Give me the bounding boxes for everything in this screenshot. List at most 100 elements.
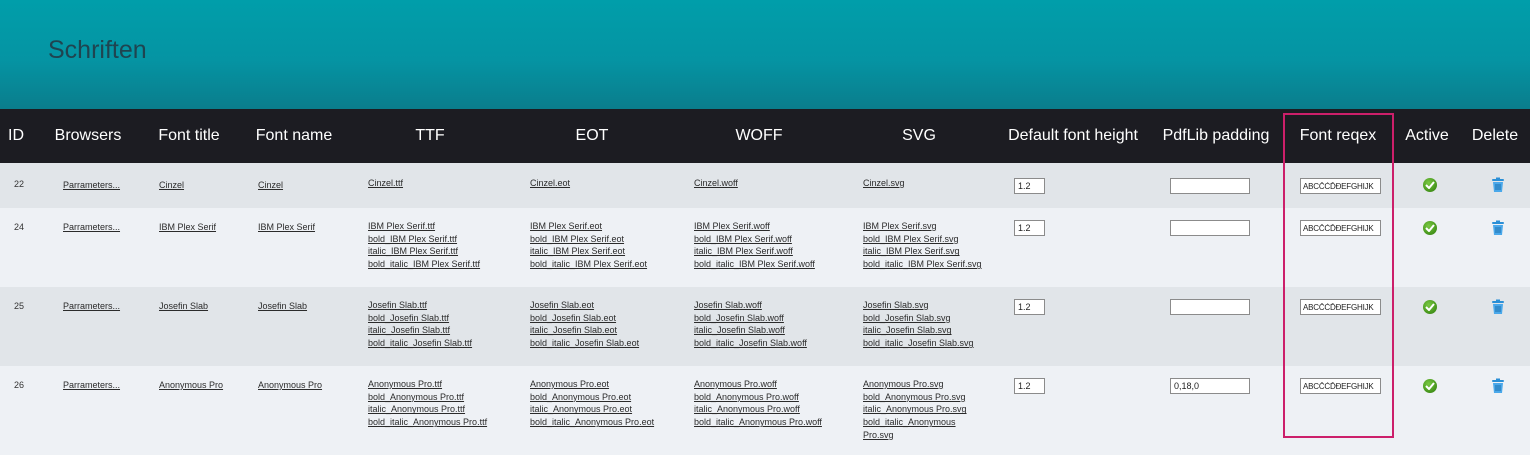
browsers-parameters-link[interactable]: Parrameters... [63, 300, 120, 313]
woff-file-link[interactable]: bold_Anonymous Pro.woff [694, 391, 822, 404]
font-title-link[interactable]: Josefin Slab [159, 300, 208, 313]
eot-file-link[interactable]: bold_Josefin Slab.eot [530, 312, 639, 325]
svg-file-link[interactable]: Josefin Slab.svg [863, 299, 988, 312]
svg-file-link[interactable]: bold_Josefin Slab.svg [863, 312, 988, 325]
font-title-link[interactable]: Anonymous Pro [159, 379, 223, 392]
font-title-link[interactable]: IBM Plex Serif [159, 221, 216, 234]
ttf-file-link[interactable]: Josefin Slab.ttf [368, 299, 472, 312]
row-id: 26 [13, 380, 24, 390]
font-regex-input[interactable] [1300, 220, 1381, 236]
default-font-height-input[interactable] [1014, 178, 1045, 194]
svg-file-link[interactable]: Cinzel.svg [863, 177, 988, 190]
eot-file-link[interactable]: bold_italic_IBM Plex Serif.eot [530, 258, 647, 271]
browsers-parameters-link[interactable]: Parrameters... [63, 379, 120, 392]
ttf-file-link[interactable]: bold_Josefin Slab.ttf [368, 312, 472, 325]
browsers-parameters-link[interactable]: Parrameters... [63, 221, 120, 234]
ttf-file-link[interactable]: Cinzel.ttf [368, 177, 403, 190]
woff-files-list: Cinzel.woff [694, 177, 738, 190]
svg-file-link[interactable]: bold_IBM Plex Serif.svg [863, 233, 988, 246]
check-circle-icon[interactable] [1423, 221, 1437, 235]
pdflib-padding-input[interactable] [1170, 220, 1250, 236]
svg-file-link[interactable]: italic_IBM Plex Serif.svg [863, 245, 988, 258]
ttf-file-link[interactable]: bold_italic_Anonymous Pro.ttf [368, 416, 487, 429]
column-header-pdflib-padding[interactable]: PdfLib padding [1156, 109, 1276, 163]
column-header-delete[interactable]: Delete [1466, 109, 1524, 163]
check-circle-icon[interactable] [1423, 300, 1437, 314]
column-header-font-name[interactable]: Font name [250, 109, 338, 163]
table-header: ID Browsers Font title Font name TTF EOT… [0, 109, 1530, 163]
woff-file-link[interactable]: bold_italic_Anonymous Pro.woff [694, 416, 822, 429]
svg-file-link[interactable]: Anonymous Pro.svg [863, 378, 988, 391]
font-regex-input[interactable] [1300, 178, 1381, 194]
column-header-svg[interactable]: SVG [888, 109, 950, 163]
woff-file-link[interactable]: Anonymous Pro.woff [694, 378, 822, 391]
woff-file-link[interactable]: italic_Anonymous Pro.woff [694, 403, 822, 416]
ttf-file-link[interactable]: italic_IBM Plex Serif.ttf [368, 245, 480, 258]
ttf-file-link[interactable]: Anonymous Pro.ttf [368, 378, 487, 391]
font-name-link[interactable]: Anonymous Pro [258, 379, 322, 392]
trash-icon[interactable] [1491, 299, 1505, 315]
svg-file-link[interactable]: italic_Anonymous Pro.svg [863, 403, 988, 416]
svg-file-link[interactable]: bold_italic_Josefin Slab.svg [863, 337, 988, 350]
trash-icon[interactable] [1491, 177, 1505, 193]
font-name-link[interactable]: Josefin Slab [258, 300, 307, 313]
column-header-default-font-height[interactable]: Default font height [1000, 109, 1146, 163]
column-header-id[interactable]: ID [0, 109, 32, 163]
woff-file-link[interactable]: IBM Plex Serif.woff [694, 220, 815, 233]
woff-file-link[interactable]: bold_IBM Plex Serif.woff [694, 233, 815, 246]
trash-icon[interactable] [1491, 220, 1505, 236]
ttf-file-link[interactable]: bold_Anonymous Pro.ttf [368, 391, 487, 404]
eot-file-link[interactable]: bold_italic_Josefin Slab.eot [530, 337, 639, 350]
trash-icon[interactable] [1491, 378, 1505, 394]
column-header-font-title[interactable]: Font title [152, 109, 226, 163]
svg-file-link[interactable]: bold_italic_Anonymous Pro.svg [863, 416, 988, 441]
eot-file-link[interactable]: Cinzel.eot [530, 177, 570, 190]
woff-file-link[interactable]: Josefin Slab.woff [694, 299, 807, 312]
svg-file-link[interactable]: italic_Josefin Slab.svg [863, 324, 988, 337]
ttf-file-link[interactable]: bold_italic_Josefin Slab.ttf [368, 337, 472, 350]
svg-file-link[interactable]: IBM Plex Serif.svg [863, 220, 988, 233]
eot-file-link[interactable]: italic_IBM Plex Serif.eot [530, 245, 647, 258]
eot-file-link[interactable]: Anonymous Pro.eot [530, 378, 654, 391]
eot-file-link[interactable]: italic_Josefin Slab.eot [530, 324, 639, 337]
check-circle-icon[interactable] [1423, 178, 1437, 192]
woff-file-link[interactable]: italic_IBM Plex Serif.woff [694, 245, 815, 258]
eot-file-link[interactable]: bold_Anonymous Pro.eot [530, 391, 654, 404]
pdflib-padding-input[interactable] [1170, 299, 1250, 315]
font-name-link[interactable]: IBM Plex Serif [258, 221, 315, 234]
font-regex-input[interactable] [1300, 299, 1381, 315]
woff-file-link[interactable]: bold_Josefin Slab.woff [694, 312, 807, 325]
ttf-file-link[interactable]: italic_Josefin Slab.ttf [368, 324, 472, 337]
eot-file-link[interactable]: italic_Anonymous Pro.eot [530, 403, 654, 416]
ttf-file-link[interactable]: IBM Plex Serif.ttf [368, 220, 480, 233]
column-header-ttf[interactable]: TTF [400, 109, 460, 163]
eot-file-link[interactable]: bold_italic_Anonymous Pro.eot [530, 416, 654, 429]
check-circle-icon[interactable] [1423, 379, 1437, 393]
column-header-browsers[interactable]: Browsers [50, 109, 126, 163]
font-regex-input[interactable] [1300, 378, 1381, 394]
column-header-font-regex[interactable]: Font reqex [1290, 109, 1386, 163]
svg-file-link[interactable]: bold_italic_IBM Plex Serif.svg [863, 258, 988, 271]
column-header-eot[interactable]: EOT [562, 109, 622, 163]
column-header-active[interactable]: Active [1400, 109, 1454, 163]
pdflib-padding-input[interactable] [1170, 178, 1250, 194]
default-font-height-input[interactable] [1014, 299, 1045, 315]
woff-file-link[interactable]: bold_italic_Josefin Slab.woff [694, 337, 807, 350]
browsers-parameters-link[interactable]: Parrameters... [63, 179, 120, 192]
pdflib-padding-input[interactable] [1170, 378, 1250, 394]
woff-file-link[interactable]: bold_italic_IBM Plex Serif.woff [694, 258, 815, 271]
font-title-link[interactable]: Cinzel [159, 179, 184, 192]
woff-file-link[interactable]: italic_Josefin Slab.woff [694, 324, 807, 337]
ttf-file-link[interactable]: italic_Anonymous Pro.ttf [368, 403, 487, 416]
ttf-file-link[interactable]: bold_italic_IBM Plex Serif.ttf [368, 258, 480, 271]
eot-file-link[interactable]: IBM Plex Serif.eot [530, 220, 647, 233]
default-font-height-input[interactable] [1014, 378, 1045, 394]
font-name-link[interactable]: Cinzel [258, 179, 283, 192]
svg-file-link[interactable]: bold_Anonymous Pro.svg [863, 391, 988, 404]
column-header-woff[interactable]: WOFF [728, 109, 790, 163]
woff-file-link[interactable]: Cinzel.woff [694, 177, 738, 190]
ttf-file-link[interactable]: bold_IBM Plex Serif.ttf [368, 233, 480, 246]
default-font-height-input[interactable] [1014, 220, 1045, 236]
eot-file-link[interactable]: Josefin Slab.eot [530, 299, 639, 312]
eot-file-link[interactable]: bold_IBM Plex Serif.eot [530, 233, 647, 246]
